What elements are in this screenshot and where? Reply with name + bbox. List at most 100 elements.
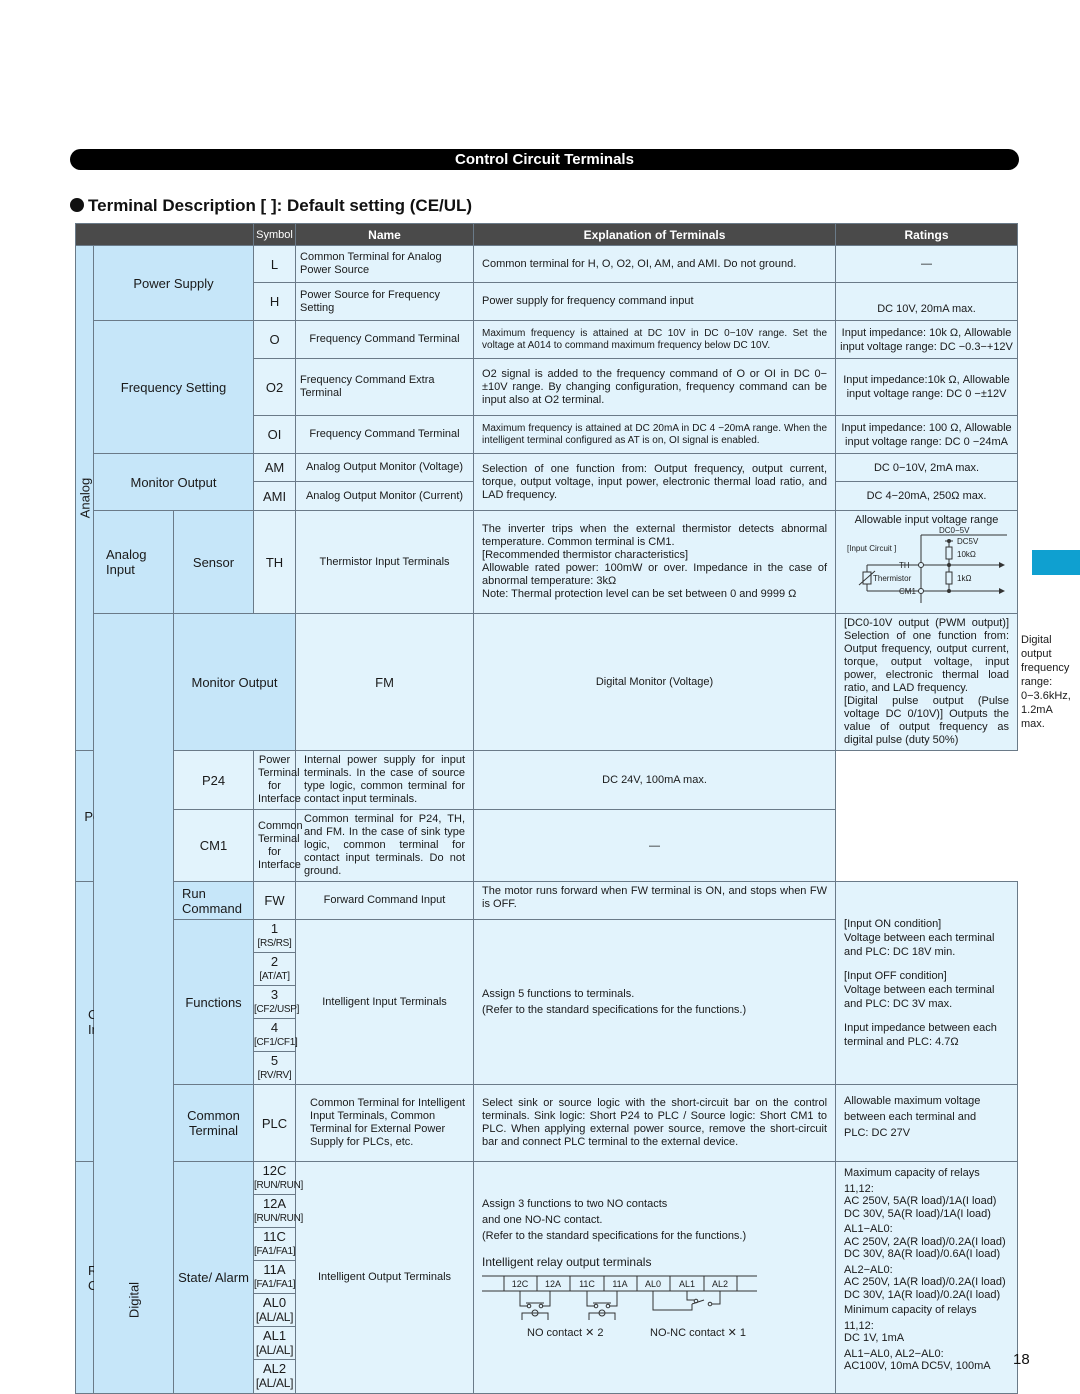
rating-line: DC 30V, 5A(R load)/1A(I load): [844, 1207, 991, 1220]
rating-line: [Input ON condition]: [844, 918, 942, 930]
header-symbol: Symbol: [253, 223, 297, 246]
rating-line: AL1−AL0, AL2−AL0:: [844, 1347, 944, 1360]
table-row: Monitor Output AM Analog Output Monitor …: [76, 453, 1019, 511]
rating-line: Allowable maximum voltage: [844, 1095, 981, 1107]
rating: Allowable maximum voltage between each t…: [835, 1084, 1019, 1162]
diagram-terminal-11a: 11A: [612, 1279, 627, 1289]
header-blank: [74, 223, 255, 246]
rating: Maximum capacity of relays 11,12: AC 250…: [835, 1161, 1019, 1394]
table-row: Relay Output State/ Alarm 12C[RUN/RUN] 1…: [75, 1161, 1019, 1394]
terminal-table: Symbol Name Explanation of Terminals Rat…: [74, 223, 1071, 1394]
header-explanation: Explanation of Terminals: [473, 223, 837, 246]
terminal-name: Frequency Command Terminal: [295, 320, 475, 359]
explanation: [DC0-10V output (PWM output)] Selection …: [835, 613, 1019, 751]
section-banner: Control Circuit Terminals: [70, 149, 1019, 170]
symbol: PLC: [253, 1084, 297, 1162]
symbol: O2: [253, 358, 297, 416]
section-title: Terminal Description [ ]: Default settin…: [70, 196, 472, 216]
explanation: Assign 5 functions to terminals. (Refer …: [473, 919, 837, 1085]
table-row: Common Terminal PLC Common Terminal for …: [76, 1084, 1019, 1162]
symbol: 3 [CF2/USP]: [254, 986, 299, 1019]
symbol: 5 [RV/RV]: [257, 1053, 292, 1081]
circuit-supply-label: DC5V: [957, 537, 979, 546]
explanation-line: [DC0-10V output (PWM output)] Selection …: [844, 617, 1010, 694]
explanation-line: Note: Thermal protection level can be se…: [482, 588, 797, 600]
terminal-name: Thermistor Input Terminals: [295, 510, 475, 614]
rating-line: Minimum capacity of relays: [844, 1304, 977, 1316]
section-title-text: Terminal Description [ ]: Default settin…: [88, 196, 473, 215]
terminal-name: Common Terminal for Analog Power Source: [295, 245, 475, 283]
symbol: AMI: [253, 481, 297, 511]
subcategory-sensor: Sensor: [172, 510, 255, 614]
relay-diagram-title: Intelligent relay output terminals: [482, 1255, 652, 1269]
category-contact-input: Contact Input: [75, 881, 133, 1162]
page-number: 18: [1013, 1351, 1030, 1368]
rating: —: [835, 245, 1019, 283]
terminal-name: Intelligent Input Terminals: [295, 919, 475, 1085]
circuit-r1-label: 10kΩ: [957, 550, 976, 559]
symbol: L: [253, 245, 297, 283]
diagram-terminal-12c: 12C: [512, 1279, 529, 1289]
terminal-name: Analog Output Monitor (Voltage): [295, 453, 475, 482]
symbol: AL2 [AL/AL]: [255, 1361, 294, 1390]
rating-line: AC 250V, 2A(R load)/0.2A(I load): [844, 1235, 1006, 1248]
table-row: Power Supply P24 Power Terminal for Inte…: [75, 750, 1018, 882]
rating-line: 11,12:: [844, 1182, 874, 1195]
explanation: Select sink or source logic with the sho…: [473, 1084, 837, 1162]
explanation: Internal power supply for input terminal…: [295, 750, 475, 810]
rating: Input impedance: 100 Ω, Allowable input …: [835, 415, 1019, 454]
symbol: FW: [253, 881, 297, 920]
symbol: H: [253, 282, 297, 321]
subcategory-functions: Functions: [172, 919, 255, 1085]
explanation: The inverter trips when the external the…: [473, 510, 837, 614]
terminal-name: Forward Command Input: [295, 881, 475, 920]
subcategory-run-command: Run Command: [172, 881, 255, 920]
table-row: Contact Input Run Command FW Forward Com…: [75, 881, 1019, 1162]
rating: [Input ON condition] Voltage between eac…: [835, 881, 1019, 1085]
rating-line: DC 30V, 1A(R load)/0.2A(I load): [844, 1288, 1001, 1301]
rating-line: and PLC: DC 18V min.: [844, 946, 956, 958]
terminal-name: Common Terminal for Interface: [253, 809, 303, 882]
symbol: 1 [RS/RS]: [254, 920, 296, 953]
table-row: Frequency Setting O Frequency Command Te…: [76, 320, 1019, 454]
symbol: 11C [FA1/FA1]: [254, 1228, 296, 1261]
table-row: CM1 Common Terminal for Interface Common…: [76, 809, 1018, 882]
terminal-name: Intelligent Output Terminals: [295, 1161, 475, 1394]
header-name: Name: [295, 223, 475, 246]
rating-line: Voltage between each terminal: [844, 932, 995, 944]
subcategory-state-alarm: State/ Alarm: [172, 1161, 255, 1394]
explanation: Maximum frequency is attained at DC 20mA…: [473, 415, 837, 454]
explanation: O2 signal is added to the frequency comm…: [473, 358, 837, 416]
category-monitor-output: Monitor Output: [172, 613, 297, 751]
explanation-line: [Digital pulse output (Pulse voltage DC …: [844, 695, 1010, 746]
explanation-line: The inverter trips when the external the…: [482, 523, 828, 548]
table-header: Symbol Name Explanation of Terminals Rat…: [74, 223, 1019, 246]
symbol: 2 [AT/AT]: [254, 953, 296, 986]
rating: Allowable input voltage range DC0−5V DC5…: [835, 510, 1019, 614]
subcategory-common-terminal: Common Terminal: [172, 1084, 255, 1162]
category-power-supply: Power Supply: [92, 245, 255, 321]
symbol: FM: [295, 613, 475, 751]
rating: DC 10V, 20mA max.: [835, 282, 1019, 321]
explanation-line: (Refer to the standard specifications fo…: [482, 1230, 747, 1242]
group-digital: Digital: [93, 613, 174, 1394]
category-frequency-setting: Frequency Setting: [92, 320, 255, 454]
symbol: 4 [CF1/CF1]: [254, 1019, 298, 1052]
explanation-line: Assign 3 functions to two NO contacts: [482, 1198, 668, 1210]
relay-contact-diagram: 12C 12A 11C 11A AL0 AL1 AL2 NO contact ✕…: [482, 1275, 758, 1339]
side-index-tab: [1032, 550, 1080, 575]
category-analog-input: Analog Input: [93, 510, 174, 614]
symbol: O: [253, 320, 297, 359]
rating: Input impedance:10k Ω, Allowable input v…: [835, 358, 1019, 416]
rating-line: DC 30V, 8A(R load)/0.6A(I load): [844, 1248, 1001, 1260]
bullet-icon: [70, 198, 84, 212]
terminal-name: Common Terminal for Intelligent Input Te…: [295, 1084, 475, 1162]
terminal-name: Digital Monitor (Voltage): [473, 613, 837, 751]
terminal-name: Frequency Command Extra Terminal: [295, 358, 475, 416]
symbol: 11A [FA1/FA1]: [254, 1261, 296, 1294]
explanation: Common terminal for P24, TH, and FM. In …: [295, 809, 475, 882]
terminal-name: Power Terminal for Interface: [253, 750, 301, 810]
circuit-input-label: [Input Circuit ]: [847, 544, 896, 553]
terminal-name: Power Source for Frequency Setting: [295, 282, 475, 321]
nonc-contact-label: NO-NC contact ✕ 1: [650, 1327, 746, 1339]
